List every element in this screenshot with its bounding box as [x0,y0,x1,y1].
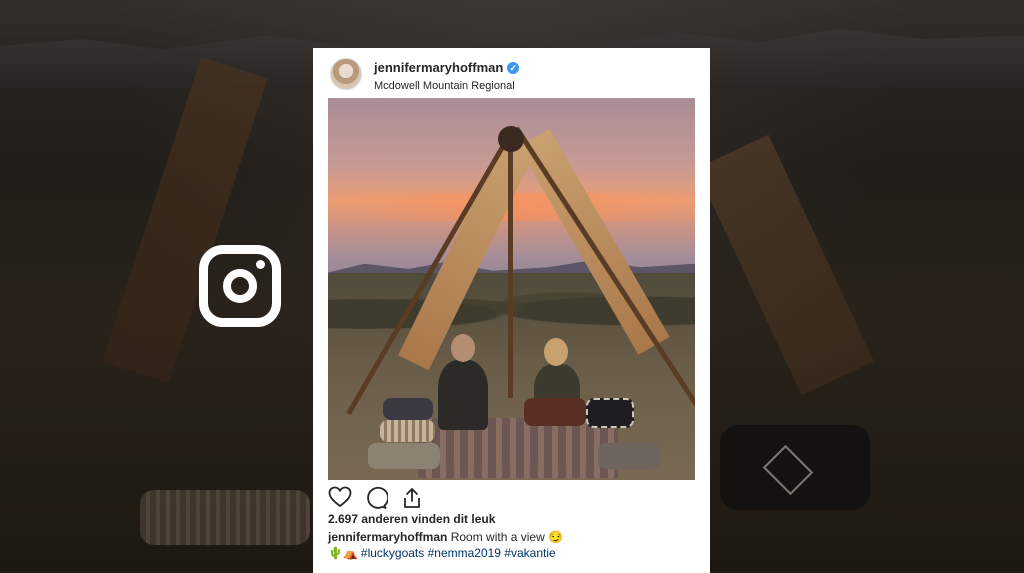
verified-badge-icon: ✓ [507,61,520,74]
post-header: jennifermaryhoffman ✓ Mcdowell Mountain R… [313,48,710,98]
photo-cushion-grey [368,443,440,469]
post-caption: jennifermaryhoffman Room with a view 😏 [328,530,563,544]
caption-username[interactable]: jennifermaryhoffman [328,530,447,544]
photo-cushion-grey-right [598,443,660,469]
caption-emojis: 🌵⛺ [328,546,358,560]
photo-man-head [451,334,475,362]
photo-cushion-aztec [586,398,634,428]
instagram-logo-lens [223,269,257,303]
caption-text: Room with a view 😏 [450,530,564,544]
avatar[interactable] [330,58,362,90]
likes-count[interactable]: 2.697 anderen vinden dit leuk [328,512,495,526]
post-hashtags-line: 🌵⛺ #luckygoats #nemma2019 #vakantie [328,546,556,560]
instagram-logo-dot [256,260,265,269]
instagram-logo-icon [199,245,281,327]
share-icon[interactable] [400,486,424,510]
photo-tent-pole-center [508,128,513,398]
post-location[interactable]: Mcdowell Mountain Regional [374,80,515,92]
photo-cushion-striped [380,420,435,442]
post-username-text[interactable]: jennifermaryhoffman [374,60,503,75]
photo-woman-skirt [524,398,586,426]
comment-icon[interactable] [364,486,389,510]
photo-woman-head [544,338,568,366]
photo-skull-decoration [498,126,524,152]
heart-icon[interactable] [328,486,352,508]
hashtag-links[interactable]: #luckygoats #nemma2019 #vakantie [361,546,556,560]
post-username[interactable]: jennifermaryhoffman ✓ [374,60,520,75]
instagram-post-card: jennifermaryhoffman ✓ Mcdowell Mountain R… [313,48,710,573]
photo-man [438,360,488,430]
photo-cushion-dark [383,398,433,420]
post-photo[interactable] [328,98,695,480]
